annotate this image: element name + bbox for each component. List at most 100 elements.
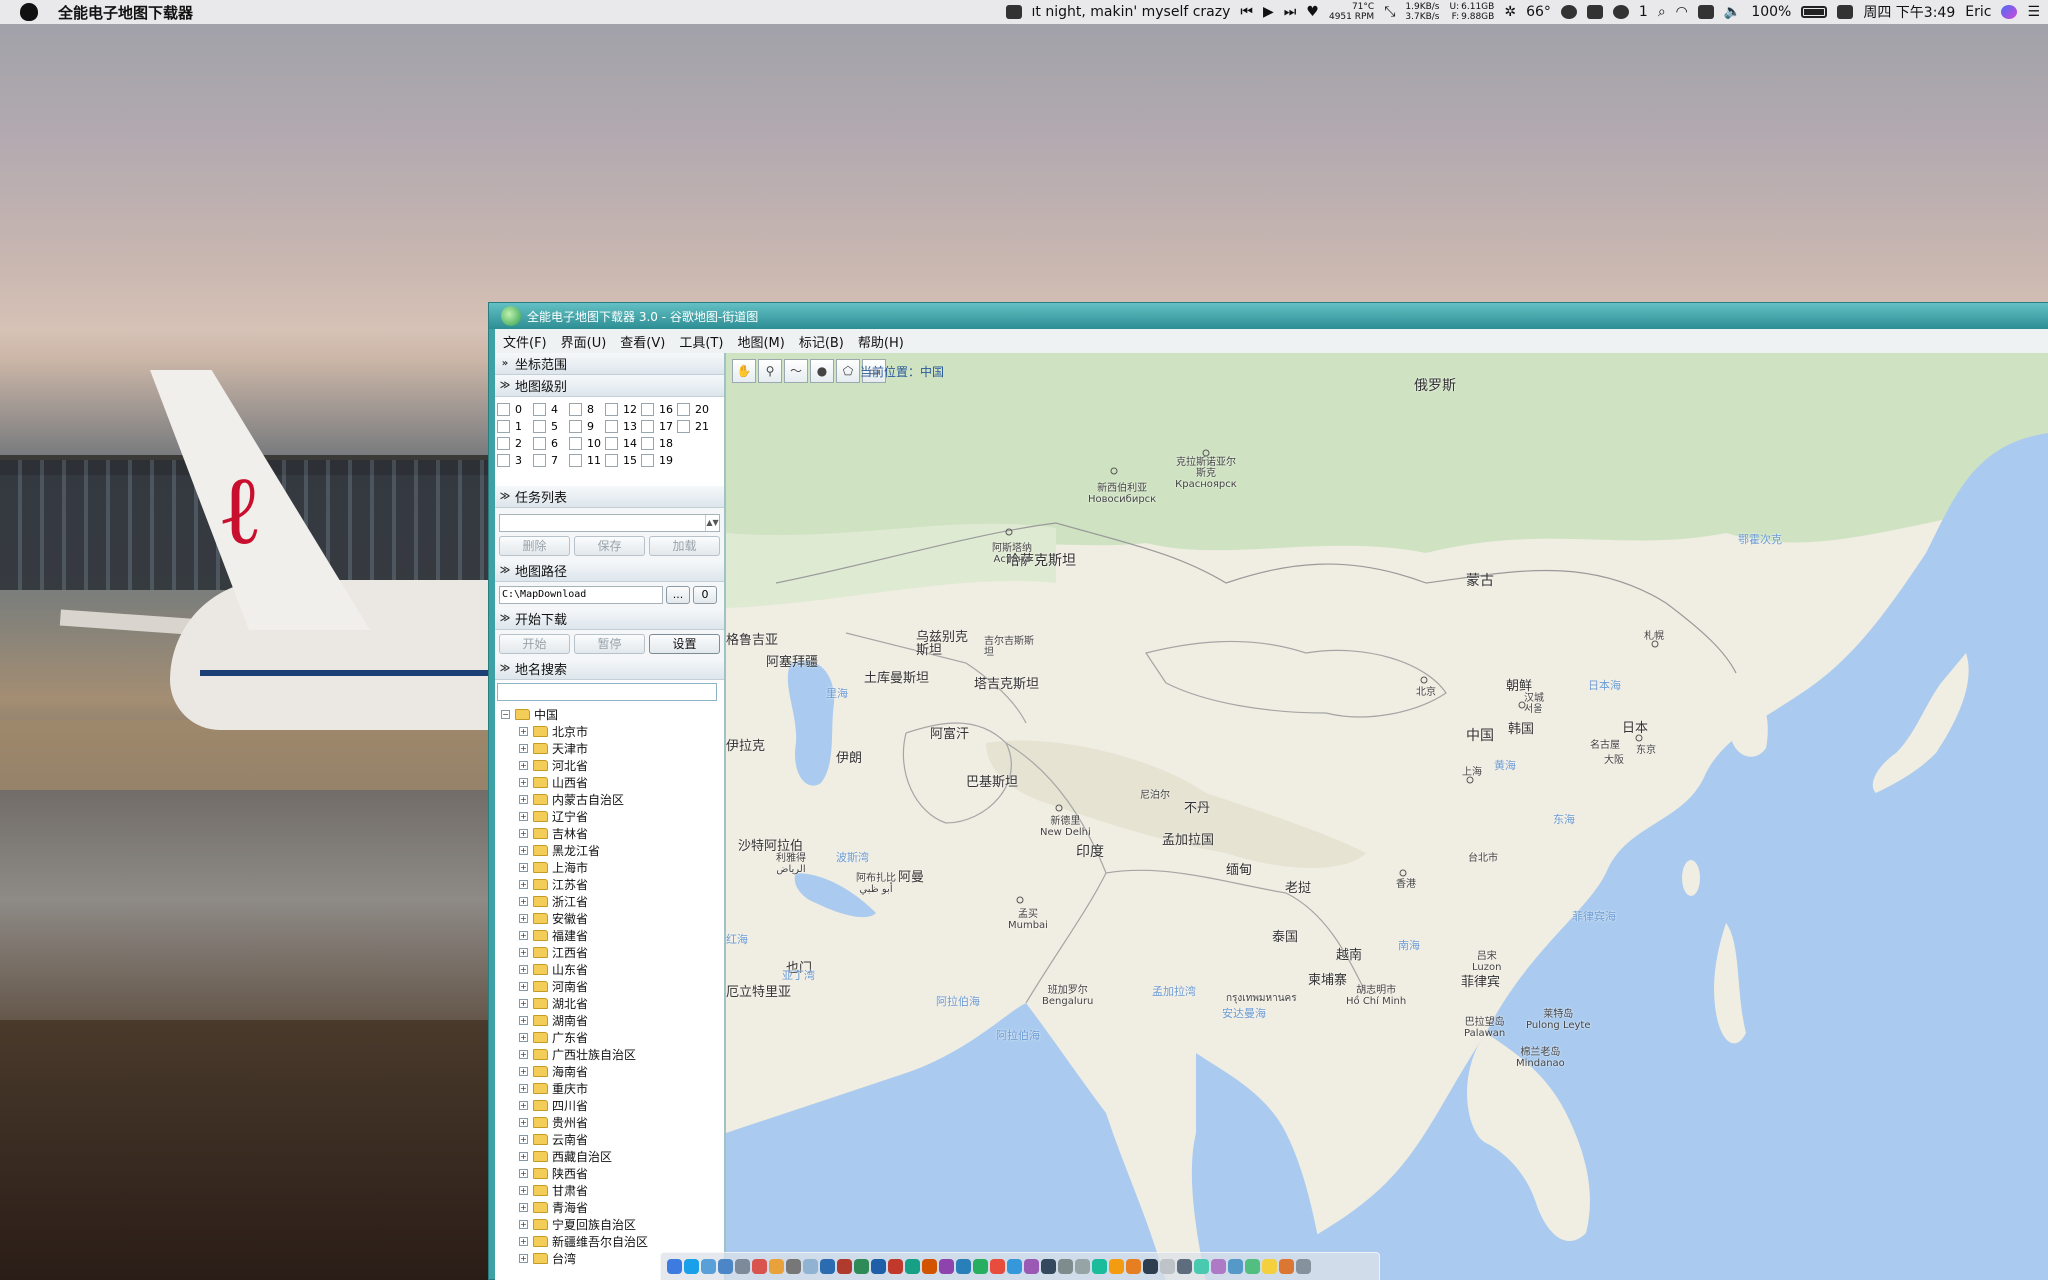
level-checkbox-1[interactable]: 1	[497, 418, 533, 434]
expand-tree-icon[interactable]: +	[519, 1101, 528, 1110]
dock-app-icon[interactable]	[1041, 1259, 1056, 1274]
tree-item-province[interactable]: + 河北省	[501, 757, 724, 774]
dock-app-icon[interactable]	[1296, 1259, 1311, 1274]
expand-tree-icon[interactable]: +	[519, 1084, 528, 1093]
expand-tree-icon[interactable]: +	[519, 744, 528, 753]
airplay-icon[interactable]	[1697, 5, 1714, 19]
battery-icon[interactable]	[1801, 6, 1828, 18]
map-path-header[interactable]: ≫ 地图路径	[495, 560, 724, 582]
expand-tree-icon[interactable]: +	[519, 1016, 528, 1025]
wifi-icon[interactable]: ◠	[1676, 4, 1688, 20]
dock-app-icon[interactable]	[1245, 1259, 1260, 1274]
weather-temp[interactable]: 66°	[1526, 4, 1551, 20]
search-icon[interactable]: ⌕	[1658, 4, 1666, 20]
tree-item-province[interactable]: + 湖南省	[501, 1012, 724, 1029]
next-track-icon[interactable]: ⏭	[1284, 4, 1297, 20]
expand-tree-icon[interactable]: +	[519, 1254, 528, 1263]
checkbox-box[interactable]	[533, 453, 546, 467]
task-list-header[interactable]: ≫ 任务列表	[495, 486, 724, 508]
dock-app-icon[interactable]	[1194, 1259, 1209, 1274]
map-view[interactable]: ✋ ⚲ 〜 ● ⬠ ▭ 当前位置：中国 俄罗斯 哈萨克斯坦 蒙古 中国 乌兹别克…	[726, 353, 2048, 1280]
tree-item-province[interactable]: + 山西省	[501, 774, 724, 791]
level-checkbox-7[interactable]: 7	[533, 452, 569, 468]
weather-icon[interactable]: ✲	[1504, 4, 1516, 20]
tree-item-province[interactable]: + 青海省	[501, 1199, 724, 1216]
menu-file[interactable]: 文件(F)	[503, 332, 547, 351]
level-checkbox-0[interactable]: 0	[497, 401, 533, 417]
dock-app-icon[interactable]	[922, 1259, 937, 1274]
pin-icon[interactable]: ⚲	[758, 359, 782, 383]
checkbox-box[interactable]	[569, 419, 582, 433]
apple-icon[interactable]	[20, 3, 38, 21]
tree-item-province[interactable]: + 宁夏回族自治区	[501, 1216, 724, 1233]
map-level-header[interactable]: ≫ 地图级别	[495, 375, 724, 397]
heart-icon[interactable]: ♥	[1306, 4, 1319, 20]
checkbox-box[interactable]	[497, 453, 510, 467]
expand-tree-icon[interactable]: +	[519, 965, 528, 974]
level-checkbox-8[interactable]: 8	[569, 401, 605, 417]
expand-tree-icon[interactable]: +	[519, 1237, 528, 1246]
tree-item-province[interactable]: + 江苏省	[501, 876, 724, 893]
dock-app-icon[interactable]	[1007, 1259, 1022, 1274]
dock-app-icon[interactable]	[1279, 1259, 1294, 1274]
dock-app-icon[interactable]	[871, 1259, 886, 1274]
polyline-icon[interactable]: 〜	[784, 359, 808, 383]
start-download-header[interactable]: ≫ 开始下载	[495, 608, 724, 630]
level-checkbox-4[interactable]: 4	[533, 401, 569, 417]
tree-item-province[interactable]: + 江西省	[501, 944, 724, 961]
expand-tree-icon[interactable]: +	[519, 863, 528, 872]
tree-item-province[interactable]: + 天津市	[501, 740, 724, 757]
level-checkbox-12[interactable]: 12	[605, 401, 641, 417]
menu-view[interactable]: 查看(V)	[620, 332, 665, 351]
expand-tree-icon[interactable]: +	[519, 727, 528, 736]
checkbox-box[interactable]	[497, 402, 510, 416]
tree-item-province[interactable]: + 安徽省	[501, 910, 724, 927]
settings-button[interactable]: 设置	[649, 634, 720, 654]
save-button[interactable]: 保存	[574, 536, 645, 556]
tree-item-province[interactable]: + 上海市	[501, 859, 724, 876]
tree-item-province[interactable]: + 浙江省	[501, 893, 724, 910]
checkbox-box[interactable]	[605, 402, 618, 416]
level-checkbox-2[interactable]: 2	[497, 435, 533, 451]
notification-center-icon[interactable]: ☰	[2027, 4, 2040, 20]
tree-item-province[interactable]: + 黑龙江省	[501, 842, 724, 859]
tree-item-province[interactable]: + 陕西省	[501, 1165, 724, 1182]
cpu-stats[interactable]: 71°C 4951 RPM	[1329, 2, 1374, 22]
spinner-arrows-icon[interactable]: ▲▼	[705, 515, 719, 531]
tree-root-china[interactable]: − 中国	[501, 706, 724, 723]
dock-app-icon[interactable]	[667, 1259, 682, 1274]
dock-app-icon[interactable]	[956, 1259, 971, 1274]
dock-app-icon[interactable]	[973, 1259, 988, 1274]
battery-percent[interactable]: 100%	[1751, 4, 1791, 20]
siri-icon[interactable]	[2001, 5, 2018, 19]
dock-app-icon[interactable]	[718, 1259, 733, 1274]
dock-app-icon[interactable]	[820, 1259, 835, 1274]
menu-help[interactable]: 帮助(H)	[858, 332, 904, 351]
tree-item-province[interactable]: + 内蒙古自治区	[501, 791, 724, 808]
level-checkbox-5[interactable]: 5	[533, 418, 569, 434]
dock-app-icon[interactable]	[1075, 1259, 1090, 1274]
tree-item-province[interactable]: + 海南省	[501, 1063, 724, 1080]
level-checkbox-20[interactable]: 20	[677, 401, 713, 417]
play-icon[interactable]: ▶	[1263, 4, 1274, 20]
checkbox-box[interactable]	[533, 402, 546, 416]
tree-item-province[interactable]: + 河南省	[501, 978, 724, 995]
checkbox-box[interactable]	[677, 419, 690, 433]
dock-app-icon[interactable]	[1160, 1259, 1175, 1274]
expand-tree-icon[interactable]: +	[519, 914, 528, 923]
dock-app-icon[interactable]	[786, 1259, 801, 1274]
dock-app-icon[interactable]	[939, 1259, 954, 1274]
level-checkbox-11[interactable]: 11	[569, 452, 605, 468]
network-stats[interactable]: 1.9KB/s 3.7KB/s	[1405, 2, 1439, 22]
tree-item-province[interactable]: + 四川省	[501, 1097, 724, 1114]
expand-tree-icon[interactable]: +	[519, 982, 528, 991]
checkbox-box[interactable]	[605, 453, 618, 467]
level-checkbox-18[interactable]: 18	[641, 435, 677, 451]
expand-tree-icon[interactable]: +	[519, 1067, 528, 1076]
expand-tree-icon[interactable]: +	[519, 1050, 528, 1059]
dock-app-icon[interactable]	[1262, 1259, 1277, 1274]
wechat-icon[interactable]	[1612, 5, 1629, 19]
dock-app-icon[interactable]	[1058, 1259, 1073, 1274]
clock[interactable]: 周四 下午3:49	[1863, 2, 1955, 22]
previous-track-icon[interactable]: ⏮	[1240, 4, 1253, 20]
